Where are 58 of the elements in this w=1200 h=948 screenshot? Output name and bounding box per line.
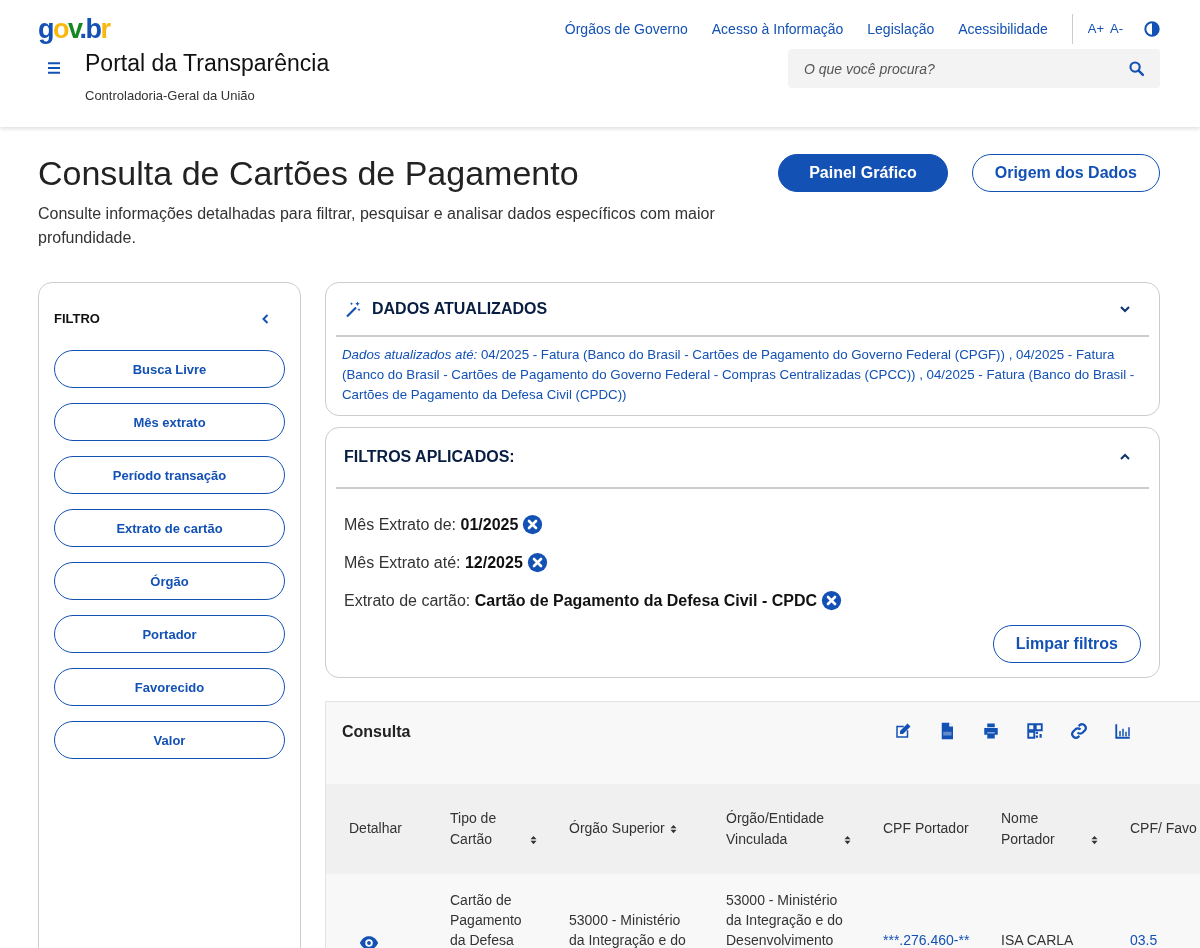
column-header[interactable]: Órgão Superior [569, 818, 665, 840]
page-title: Consulta de Cartões de Pagamento [38, 153, 580, 194]
filter-heading: FILTRO [54, 309, 100, 328]
panel-title: DADOS ATUALIZADOS [372, 298, 548, 319]
search-field[interactable]: O que você procura? [788, 49, 1160, 88]
filter-button[interactable]: Portador [54, 615, 285, 654]
remove-icon[interactable] [526, 552, 548, 574]
update-info-text: Dados atualizados até: 04/2025 - Fatura (Banco do Brasil - Cartões de Pagamento do Governo Federal (CPGF)) , 04/2025 - Fatura (Banco do Brasil - Cartões de Pagamento do Governo Federal - Compras Centralizadas (CPCC)) , 04/2025 - Fatura (Banco do Brasil - Cartões de Pagamento da Defesa Civil (CPDC)) [341, 345, 1136, 404]
eye-icon[interactable] [359, 933, 379, 948]
nav-link[interactable]: Acessibilidade [958, 18, 1048, 40]
remove-icon[interactable] [522, 514, 544, 536]
nav-link[interactable]: Legislação [867, 18, 935, 40]
filter-button[interactable]: Busca Livre [54, 350, 285, 389]
clear-filters-button[interactable]: Limpar filtros [992, 624, 1141, 663]
filter-label: Mês Extrato de: 01/2025 [344, 514, 519, 535]
site-subtitle: Controladoria-Geral da União [85, 86, 256, 105]
font-size-button[interactable]: A- [1107, 19, 1126, 39]
panel-title: FILTROS APLICADOS: [344, 446, 515, 467]
sort-icon[interactable] [1090, 833, 1099, 846]
bar-chart-icon[interactable] [1114, 721, 1132, 740]
remove-icon[interactable] [821, 590, 843, 612]
page-description: Consulte informações detalhadas para filtrar, pesquisar e analisar dados específicos com maior profundidade. [38, 203, 716, 248]
table-link[interactable]: ***.276.460-** [883, 932, 970, 948]
sort-icon[interactable] [843, 833, 852, 846]
filter-button[interactable]: Extrato de cartão [54, 509, 285, 548]
table-cell: 53000 - Ministério da Integração e do Desenvolvimento [726, 891, 843, 948]
filter-button[interactable]: Valor [54, 721, 285, 760]
column-header: Detalhar [349, 819, 402, 839]
link-icon[interactable] [1070, 721, 1088, 740]
table-link[interactable]: 03.5 [1130, 932, 1158, 948]
filter-button[interactable]: Órgão [54, 562, 285, 601]
contrast-icon[interactable] [1144, 21, 1160, 37]
edit-icon[interactable] [894, 721, 912, 740]
filter-label: Mês Extrato até: 12/2025 [344, 552, 523, 573]
logo[interactable]: gov.br [38, 15, 110, 43]
search-icon[interactable] [1128, 60, 1145, 77]
table-cell: ISA CARLA [1001, 932, 1074, 948]
sort-icon[interactable] [529, 833, 538, 846]
filter-button[interactable]: Favorecido [54, 668, 285, 707]
column-header: CPF/ Favo [1130, 819, 1197, 839]
site-title: Portal da Transparência [85, 50, 330, 78]
section-title: Consulta [342, 721, 411, 742]
chart-panel-button[interactable]: Painel Gráfico [778, 154, 948, 192]
print-icon[interactable] [982, 721, 1000, 740]
sort-icon[interactable] [668, 823, 678, 836]
filter-button[interactable]: Mês extrato [54, 403, 285, 442]
column-header: CPF Portador [883, 819, 969, 839]
font-size-button[interactable]: A+ [1084, 19, 1107, 39]
qr-code-icon[interactable] [1026, 721, 1044, 740]
nav-link[interactable]: Acesso à Informação [711, 18, 844, 40]
data-source-button[interactable]: Origem dos Dados [971, 154, 1160, 192]
menu-icon[interactable] [46, 60, 62, 76]
filter-button[interactable]: Período transação [54, 456, 285, 495]
table-cell: 53000 - Ministério da Integração e do [569, 911, 686, 948]
table-cell: Cartão de Pagamento da Defesa [450, 891, 522, 948]
magic-wand-icon [344, 299, 362, 318]
nav-link[interactable]: Órgãos de Governo [564, 18, 688, 40]
filter-label: Extrato de cartão: Cartão de Pagamento da Defesa Civil - CPDC [344, 590, 818, 611]
